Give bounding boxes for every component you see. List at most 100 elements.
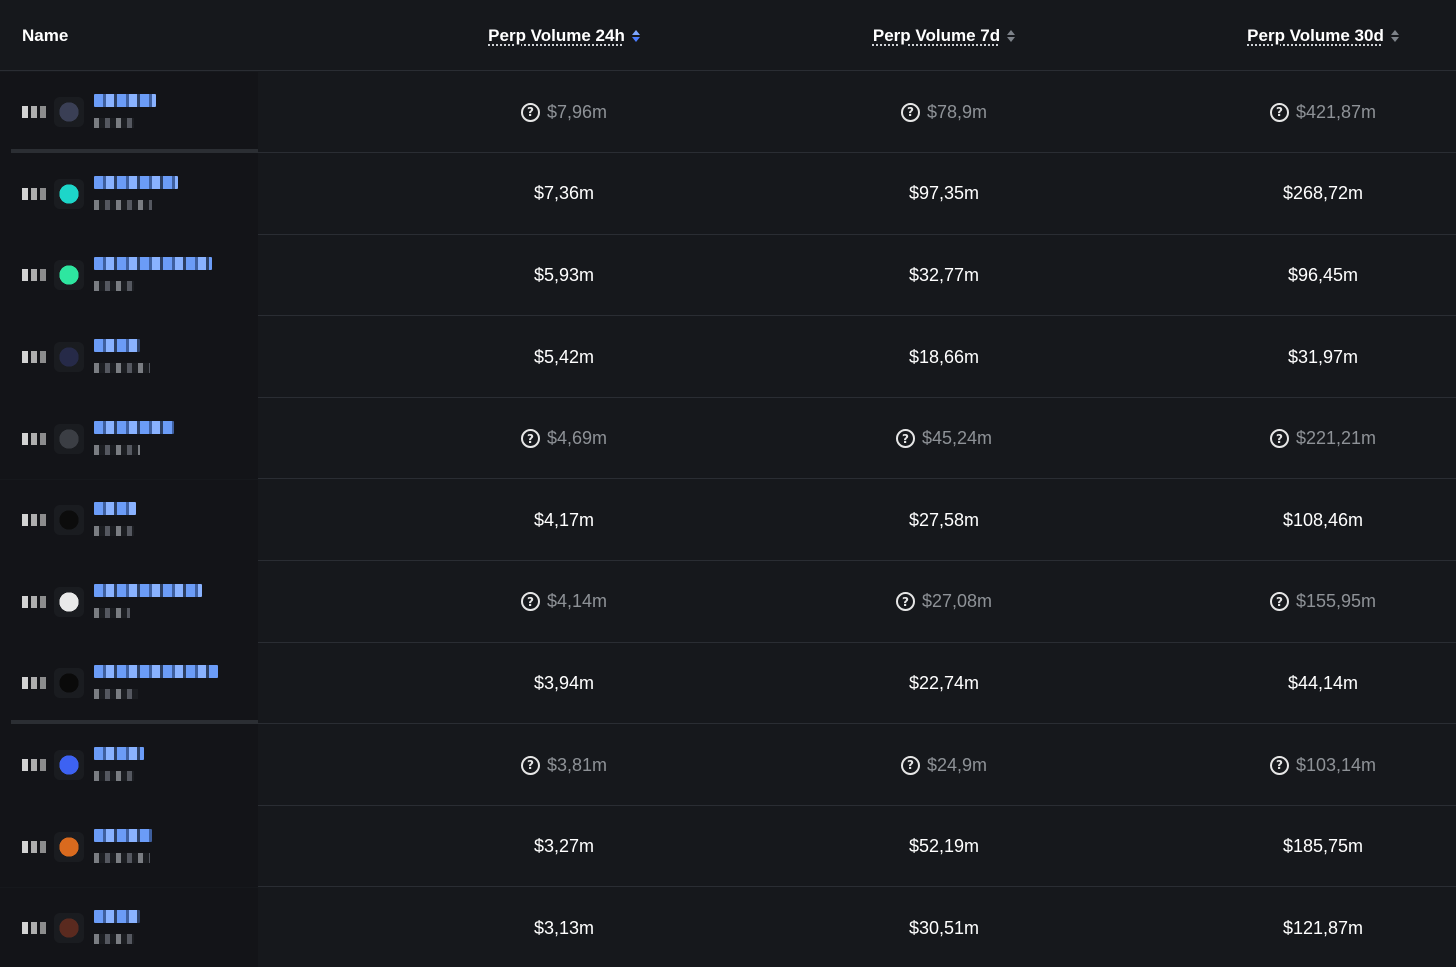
- question-circle-icon[interactable]: ?: [895, 429, 915, 449]
- table-row[interactable]: ? $4,69m ? $45,24m ? $221,21m: [0, 397, 1456, 480]
- rank-indicator: [22, 677, 46, 690]
- perp-volume-24h-cell: ? $4,69m: [420, 398, 708, 480]
- name-cell[interactable]: [0, 561, 258, 643]
- avatar: [54, 260, 84, 291]
- question-circle-icon[interactable]: ?: [1269, 429, 1289, 449]
- protocol-name-redacted: [94, 339, 140, 353]
- table-header: Name Perp Volume 24h Perp Volume 7d Perp…: [0, 0, 1456, 71]
- protocol-name-redacted: [94, 257, 212, 271]
- perp-volume-24h-cell: $3,94m: [420, 643, 708, 725]
- perp-volume-30d-value: $44,14m: [1287, 672, 1359, 693]
- perp-volume-7d-cell: ? $24,9m: [800, 724, 1088, 806]
- perp-volume-24h-cell: ? $3,81m: [420, 724, 708, 806]
- perp-volume-7d-cell: $22,74m: [800, 643, 1088, 725]
- protocol-name-redacted: [94, 502, 136, 516]
- question-circle-icon[interactable]: ?: [1269, 592, 1289, 612]
- protocol-name-redacted: [94, 94, 156, 108]
- protocol-subtitle-redacted: [94, 199, 152, 210]
- question-circle-icon[interactable]: ?: [1269, 102, 1289, 122]
- table-row[interactable]: ? $4,14m ? $27,08m ? $155,95m: [0, 561, 1456, 643]
- perp-volume-24h-value: $4,17m: [533, 509, 595, 530]
- perp-volume-24h-cell: $5,93m: [420, 235, 708, 317]
- perp-volume-30d-value: $103,14m: [1295, 754, 1377, 775]
- column-header-label: Perp Volume 24h: [488, 25, 625, 45]
- sort-icon: [631, 29, 640, 42]
- question-circle-icon[interactable]: ?: [1269, 755, 1289, 775]
- protocol-subtitle-redacted: [94, 934, 134, 945]
- perp-volume-7d-value: $78,9m: [926, 101, 988, 122]
- avatar: [54, 913, 84, 944]
- perp-volume-30d-value: $96,45m: [1287, 264, 1359, 285]
- perp-volume-24h-cell: ? $4,14m: [420, 561, 708, 643]
- perp-volume-24h-value: $5,42m: [533, 346, 595, 367]
- perp-volume-7d-cell: $97,35m: [800, 153, 1088, 235]
- avatar: [54, 178, 84, 209]
- name-cell[interactable]: [0, 234, 258, 317]
- table-row[interactable]: ? $3,81m ? $24,9m ? $103,14m: [0, 724, 1456, 806]
- perp-volume-24h-cell: ? $7,96m: [420, 72, 708, 154]
- name-cell[interactable]: [0, 153, 258, 235]
- name-cell[interactable]: [0, 316, 258, 398]
- question-circle-icon[interactable]: ?: [520, 102, 540, 122]
- avatar: [54, 423, 84, 454]
- perp-volume-24h-value: $3,27m: [533, 836, 595, 857]
- rank-indicator: [22, 106, 46, 119]
- protocol-name-redacted: [94, 747, 144, 761]
- avatar: [54, 586, 84, 617]
- perp-volume-30d-cell: ? $421,87m: [1180, 72, 1456, 154]
- perp-volume-24h-cell: $7,36m: [420, 153, 708, 235]
- question-circle-icon[interactable]: ?: [520, 592, 540, 612]
- perp-volume-7d-value: $24,9m: [926, 754, 988, 775]
- protocol-name-redacted: [94, 420, 174, 434]
- perp-volume-7d-cell: $27,58m: [800, 480, 1088, 562]
- question-circle-icon[interactable]: ?: [900, 755, 920, 775]
- name-cell[interactable]: [0, 805, 258, 888]
- question-circle-icon[interactable]: ?: [520, 429, 540, 449]
- name-cell[interactable]: [0, 724, 258, 806]
- protocol-subtitle-redacted: [94, 689, 138, 700]
- name-cell[interactable]: [0, 397, 258, 480]
- perp-volume-7d-value: $45,24m: [921, 428, 993, 449]
- name-cell[interactable]: [0, 887, 258, 967]
- table-row[interactable]: $3,27m $52,19m $185,75m: [0, 805, 1456, 888]
- name-cell[interactable]: [0, 479, 258, 562]
- rank-indicator: [22, 759, 46, 772]
- rank-indicator: [22, 432, 46, 445]
- perp-volume-30d-value: $31,97m: [1287, 346, 1359, 367]
- name-cell[interactable]: [0, 71, 258, 154]
- column-header-label: Perp Volume 7d: [872, 25, 1001, 45]
- perp-volume-table: Name Perp Volume 24h Perp Volume 7d Perp…: [0, 0, 1456, 967]
- perp-volume-7d-value: $52,19m: [908, 836, 980, 857]
- protocol-name-redacted: [94, 665, 218, 679]
- avatar: [54, 97, 84, 128]
- name-cell[interactable]: [0, 642, 258, 725]
- protocol-name-redacted: [94, 175, 178, 189]
- question-circle-icon[interactable]: ?: [520, 755, 540, 775]
- perp-volume-7d-cell: $30,51m: [800, 888, 1088, 967]
- table-row[interactable]: $4,17m $27,58m $108,46m: [0, 479, 1456, 562]
- perp-volume-7d-value: $27,58m: [908, 509, 980, 530]
- table-row[interactable]: $3,94m $22,74m $44,14m: [0, 642, 1456, 725]
- avatar: [54, 505, 84, 536]
- perp-volume-7d-value: $97,35m: [908, 183, 980, 204]
- protocol-subtitle-redacted: [94, 526, 134, 537]
- column-header-perp-volume-24h[interactable]: Perp Volume 24h: [420, 0, 708, 71]
- table-row[interactable]: $7,36m $97,35m $268,72m: [0, 153, 1456, 235]
- perp-volume-30d-cell: ? $103,14m: [1180, 724, 1456, 806]
- perp-volume-24h-value: $3,94m: [533, 672, 595, 693]
- table-row[interactable]: $5,42m $18,66m $31,97m: [0, 316, 1456, 398]
- table-row[interactable]: $3,13m $30,51m $121,87m: [0, 887, 1456, 967]
- column-header-perp-volume-30d[interactable]: Perp Volume 30d: [1180, 0, 1456, 71]
- perp-volume-30d-value: $268,72m: [1282, 183, 1364, 204]
- perp-volume-30d-value: $155,95m: [1295, 591, 1377, 612]
- perp-volume-24h-value: $3,13m: [533, 917, 595, 938]
- perp-volume-30d-cell: $108,46m: [1180, 480, 1456, 562]
- column-header-perp-volume-7d[interactable]: Perp Volume 7d: [800, 0, 1088, 71]
- question-circle-icon[interactable]: ?: [900, 102, 920, 122]
- table-row[interactable]: $5,93m $32,77m $96,45m: [0, 234, 1456, 317]
- question-circle-icon[interactable]: ?: [895, 592, 915, 612]
- rank-indicator: [22, 514, 46, 527]
- perp-volume-7d-cell: $52,19m: [800, 806, 1088, 888]
- table-row[interactable]: ? $7,96m ? $78,9m ? $421,87m: [0, 71, 1456, 154]
- perp-volume-30d-value: $121,87m: [1282, 917, 1364, 938]
